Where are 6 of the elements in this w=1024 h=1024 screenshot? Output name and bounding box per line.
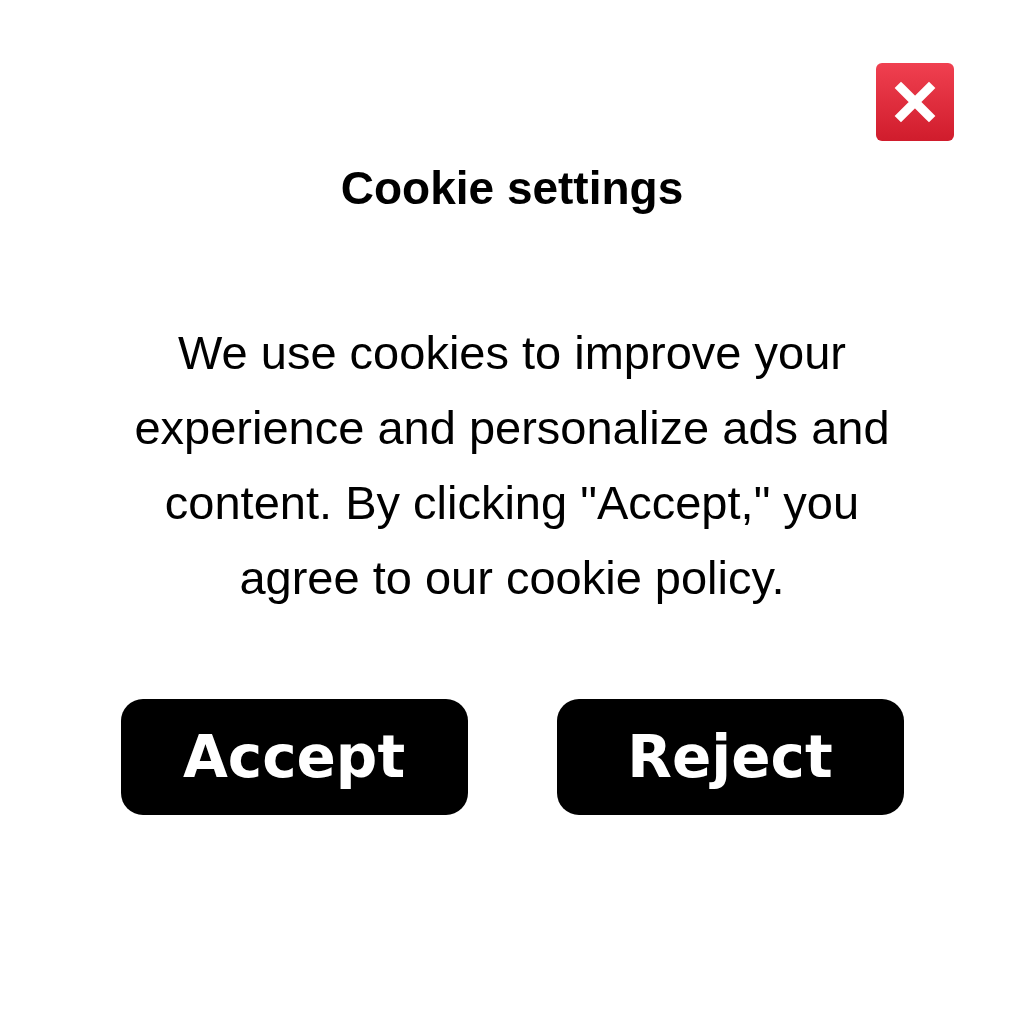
close-button[interactable] xyxy=(876,63,954,141)
dialog-title: Cookie settings xyxy=(340,161,684,215)
message-text: We use cookies to improve your experience and personalize ads and content. By clicking "Accept," you agree to our cookie policy. xyxy=(133,325,891,606)
action-button[interactable]: Accept xyxy=(120,699,468,815)
close-icon xyxy=(893,80,937,124)
action-button[interactable]: Reject xyxy=(556,699,904,815)
